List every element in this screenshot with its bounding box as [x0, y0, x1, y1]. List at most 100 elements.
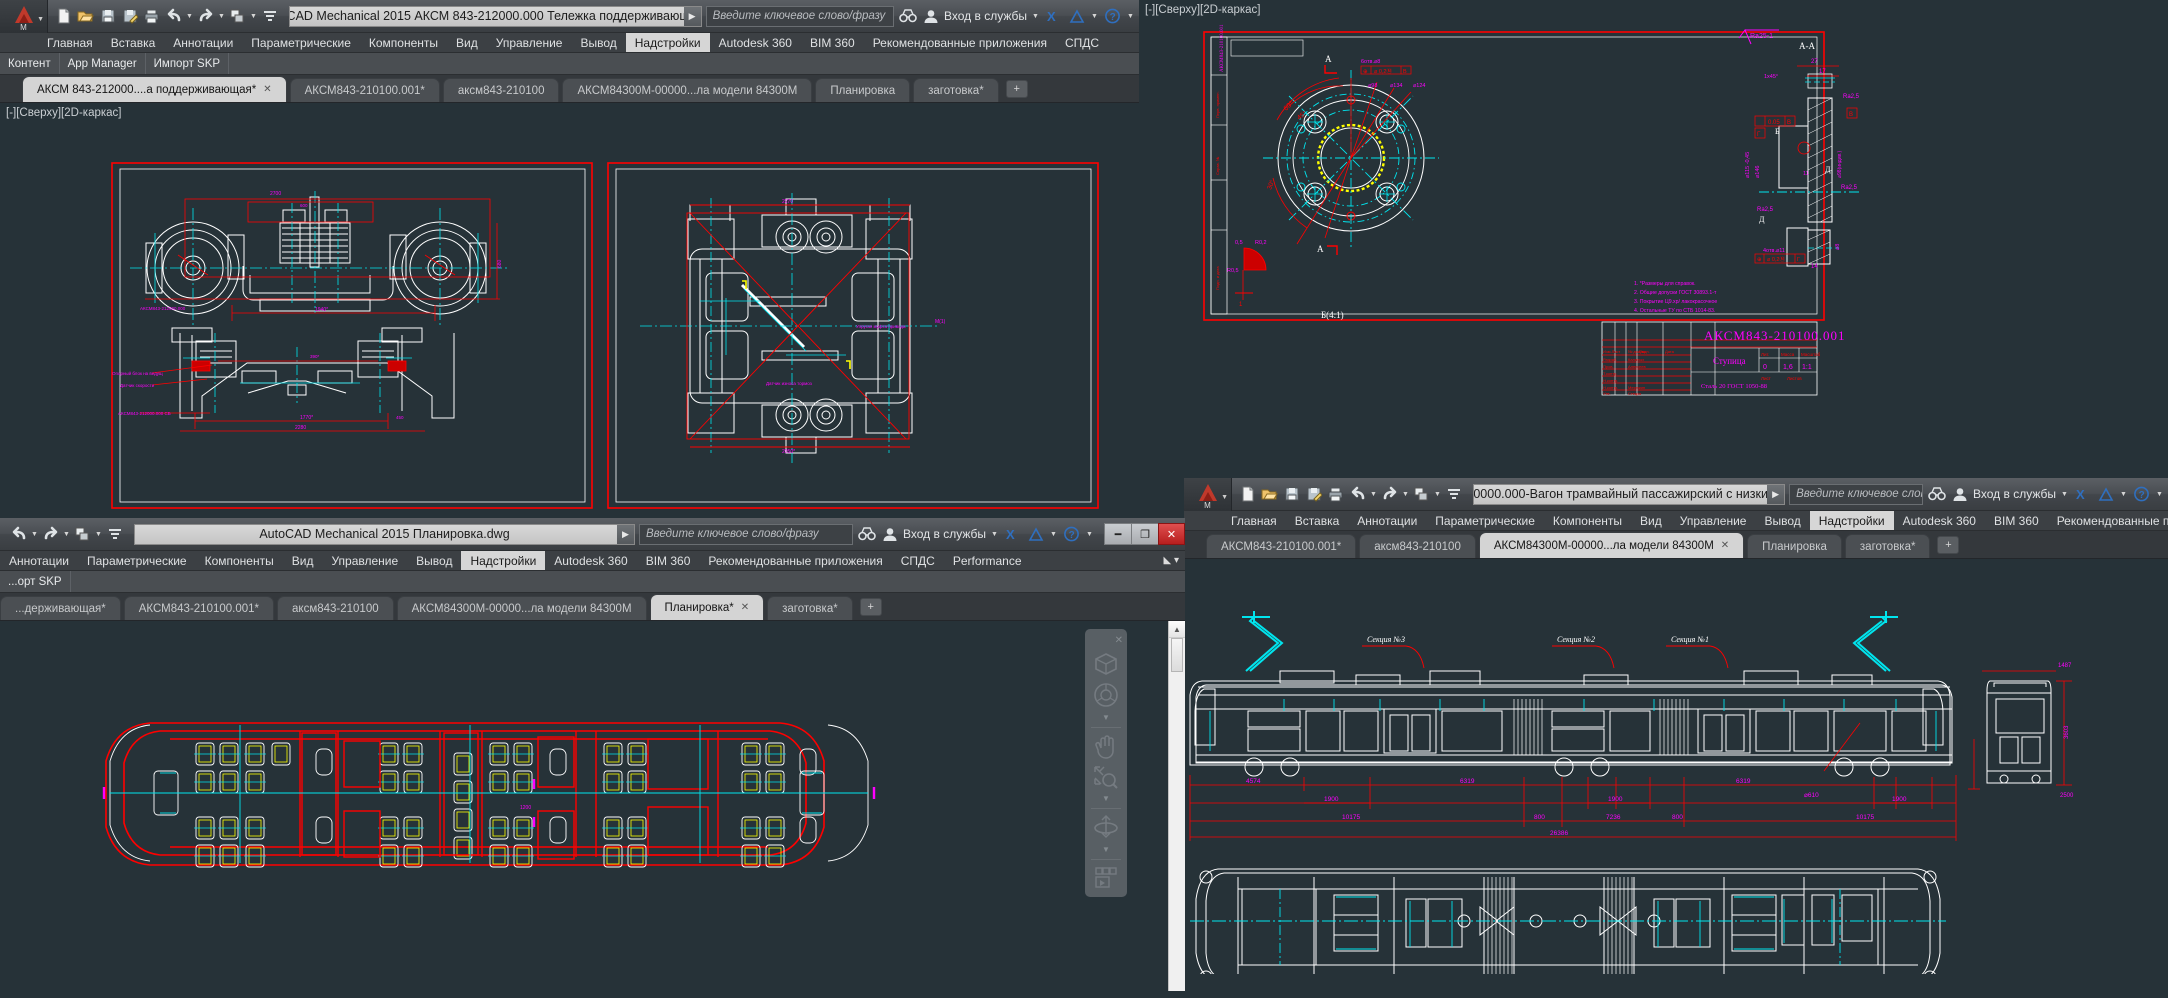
- vertical-scrollbar-plan[interactable]: ▲: [1168, 621, 1185, 991]
- window-controls-plan[interactable]: ━ ❐ ✕: [1104, 523, 1185, 545]
- file-tab-tram-4[interactable]: заготовка*: [1845, 534, 1931, 558]
- viewport-bogie[interactable]: [-][Сверху][2D-каркас]: [0, 103, 1139, 523]
- ribbon-button-import-skp[interactable]: Импорт SKP: [146, 53, 229, 74]
- file-tab-plan-1[interactable]: АКСМ843-210100.001*: [124, 596, 274, 620]
- viewport-hub[interactable]: [-][Сверху][2D-каркас] АКСМ843-210100.00…: [1139, 0, 2168, 500]
- ribbon-tab-autodesk360[interactable]: Autodesk 360: [1894, 511, 1985, 530]
- redo-icon[interactable]: [195, 6, 216, 27]
- ribbon-tab-vyvod[interactable]: Вывод: [571, 33, 625, 52]
- file-tab-plan-2[interactable]: аксм843-210100: [277, 596, 394, 620]
- search-binoculars-icon[interactable]: [857, 525, 876, 544]
- file-tab-plan-0[interactable]: ...держивающая*: [0, 596, 121, 620]
- new-tab-button[interactable]: +: [860, 598, 882, 616]
- autodesk-a-icon[interactable]: [1026, 525, 1045, 544]
- file-tabs-bogie[interactable]: АКСМ 843-212000....а поддерживающая* ✕ А…: [0, 75, 1139, 103]
- ribbon-button-app-manager[interactable]: App Manager: [60, 53, 146, 74]
- ribbon-tab-vyvod[interactable]: Вывод: [1755, 511, 1809, 530]
- new-tab-button[interactable]: +: [1937, 536, 1959, 554]
- customize-icon[interactable]: [259, 6, 280, 27]
- autodesk-a-icon[interactable]: [1067, 7, 1086, 26]
- navbar-caret-3-icon[interactable]: ▼: [1102, 845, 1110, 854]
- print-icon[interactable]: [1325, 484, 1346, 505]
- publish-icon[interactable]: [227, 6, 248, 27]
- undo-dropdown-icon[interactable]: ▼: [185, 13, 194, 20]
- redo-dropdown-icon[interactable]: ▼: [217, 13, 226, 20]
- new-icon[interactable]: [1237, 484, 1258, 505]
- file-tab-bogie-3[interactable]: АКСМ84300М-00000...ла модели 84300М: [562, 78, 812, 102]
- save-as-icon[interactable]: [119, 6, 140, 27]
- publish-icon[interactable]: [1411, 484, 1432, 505]
- orbit-icon[interactable]: [1091, 814, 1121, 840]
- title-dropdown-icon[interactable]: ▶: [1767, 485, 1784, 504]
- file-tab-tram-3[interactable]: Планировка: [1747, 534, 1842, 558]
- file-tabs-tram[interactable]: АКСМ843-210100.001* аксм843-210100 АКСМ8…: [1184, 531, 2168, 559]
- file-tab-tram-0[interactable]: АКСМ843-210100.001*: [1206, 534, 1356, 558]
- navbar-close-icon[interactable]: ✕: [1115, 635, 1123, 646]
- ribbon-tabs-plan[interactable]: Аннотации Параметрические Компоненты Вид…: [0, 551, 1185, 571]
- search-binoculars-icon[interactable]: [898, 7, 917, 26]
- file-tab-plan-3[interactable]: АКСМ84300М-00000...ла модели 84300М: [397, 596, 647, 620]
- publish-icon[interactable]: [72, 524, 93, 545]
- signin-label[interactable]: Вход в службы: [1973, 487, 2056, 501]
- save-icon[interactable]: [97, 6, 118, 27]
- file-tab-bogie-1[interactable]: АКСМ843-210100.001*: [290, 78, 440, 102]
- undo-icon[interactable]: [1347, 484, 1368, 505]
- customize-icon[interactable]: [104, 524, 125, 545]
- ribbon-panel-plan[interactable]: ...орт SKP: [0, 571, 1185, 593]
- app-menu-button[interactable]: М ▼: [0, 0, 48, 33]
- search-binoculars-icon[interactable]: [1927, 485, 1946, 504]
- account-icon[interactable]: [880, 525, 899, 544]
- ribbon-tab-annotacii[interactable]: Аннотации: [1348, 511, 1426, 530]
- ribbon-tab-bim360[interactable]: BIM 360: [637, 551, 700, 570]
- window-tram-drawing[interactable]: М ▼: [1184, 478, 2168, 998]
- file-tab-bogie-0[interactable]: АКСМ 843-212000....а поддерживающая* ✕: [22, 76, 287, 102]
- window-hub-drawing[interactable]: [-][Сверху][2D-каркас] АКСМ843-210100.00…: [1139, 0, 2168, 500]
- ribbon-tab-upravlenie[interactable]: Управление: [1671, 511, 1756, 530]
- file-tab-plan-4[interactable]: Планировка* ✕: [650, 594, 765, 620]
- file-tab-tram-1[interactable]: аксм843-210100: [1359, 534, 1476, 558]
- close-icon[interactable]: ✕: [263, 84, 271, 95]
- ribbon-tab-glavnaya[interactable]: Главная: [38, 33, 102, 52]
- ribbon-tab-vid[interactable]: Вид: [447, 33, 487, 52]
- zoom-extents-icon[interactable]: [1091, 764, 1121, 790]
- ribbon-tab-performance[interactable]: Performance: [944, 551, 1031, 570]
- file-tab-bogie-5[interactable]: заготовка*: [913, 78, 999, 102]
- ribbon-tab-vstavka[interactable]: Вставка: [1286, 511, 1349, 530]
- titlebar-plan[interactable]: ▼ ▼ ▼ AutoCAD Mechanical 2015 Планировка…: [0, 518, 1185, 551]
- save-icon[interactable]: [1281, 484, 1302, 505]
- title-dropdown-icon[interactable]: ▶: [684, 7, 701, 26]
- ribbon-tab-glavnaya[interactable]: Главная: [1222, 511, 1286, 530]
- ribbon-tab-komponenty[interactable]: Компоненты: [360, 33, 447, 52]
- redo-dropdown-icon[interactable]: ▼: [62, 531, 71, 538]
- new-tab-button[interactable]: +: [1006, 80, 1028, 98]
- save-as-icon[interactable]: [1303, 484, 1324, 505]
- ribbon-tab-annotacii[interactable]: Аннотации: [164, 33, 242, 52]
- customize-icon[interactable]: [1443, 484, 1464, 505]
- close-icon[interactable]: ✕: [741, 602, 749, 613]
- minimize-button[interactable]: ━: [1104, 523, 1131, 545]
- quick-access-toolbar-plan[interactable]: ▼ ▼ ▼: [0, 518, 130, 551]
- restore-button[interactable]: ❐: [1131, 523, 1158, 545]
- ribbon-tab-upravlenie[interactable]: Управление: [322, 551, 407, 570]
- file-tab-tram-2[interactable]: АКСМ84300М-00000...ла модели 84300М ✕: [1479, 532, 1744, 558]
- help-dropdown-icon[interactable]: ▼: [1126, 13, 1135, 20]
- ribbon-tab-komponenty[interactable]: Компоненты: [1544, 511, 1631, 530]
- undo-icon[interactable]: [163, 6, 184, 27]
- showmotion-icon[interactable]: [1091, 865, 1121, 891]
- autodesk-dropdown-icon[interactable]: ▼: [2119, 491, 2128, 498]
- file-tab-bogie-4[interactable]: Планировка: [815, 78, 910, 102]
- navigation-bar[interactable]: ✕ ▼ ▼ ▼: [1085, 629, 1127, 897]
- ribbon-tab-parametricheskie[interactable]: Параметрические: [78, 551, 196, 570]
- ribbon-tab-rekomendovannye[interactable]: Рекомендованные приложения: [864, 33, 1056, 52]
- ribbon-button-import-skp[interactable]: ...орт SKP: [0, 571, 71, 592]
- signin-dropdown-icon[interactable]: ▼: [1031, 13, 1040, 20]
- window-bogie-drawing[interactable]: М ▼: [0, 0, 1139, 530]
- signin-label[interactable]: Вход в службы: [903, 527, 986, 541]
- ribbon-tab-rekomendovannye[interactable]: Рекомендованные приложения: [699, 551, 891, 570]
- pan-hand-icon[interactable]: [1091, 733, 1121, 759]
- autodesk-a-icon[interactable]: [2096, 485, 2115, 504]
- navbar-caret-2-icon[interactable]: ▼: [1102, 794, 1110, 803]
- exchange-x-icon[interactable]: X: [1003, 525, 1022, 544]
- open-icon[interactable]: [75, 6, 96, 27]
- quick-access-toolbar-tram[interactable]: ▼ ▼ ▼: [1232, 478, 1469, 511]
